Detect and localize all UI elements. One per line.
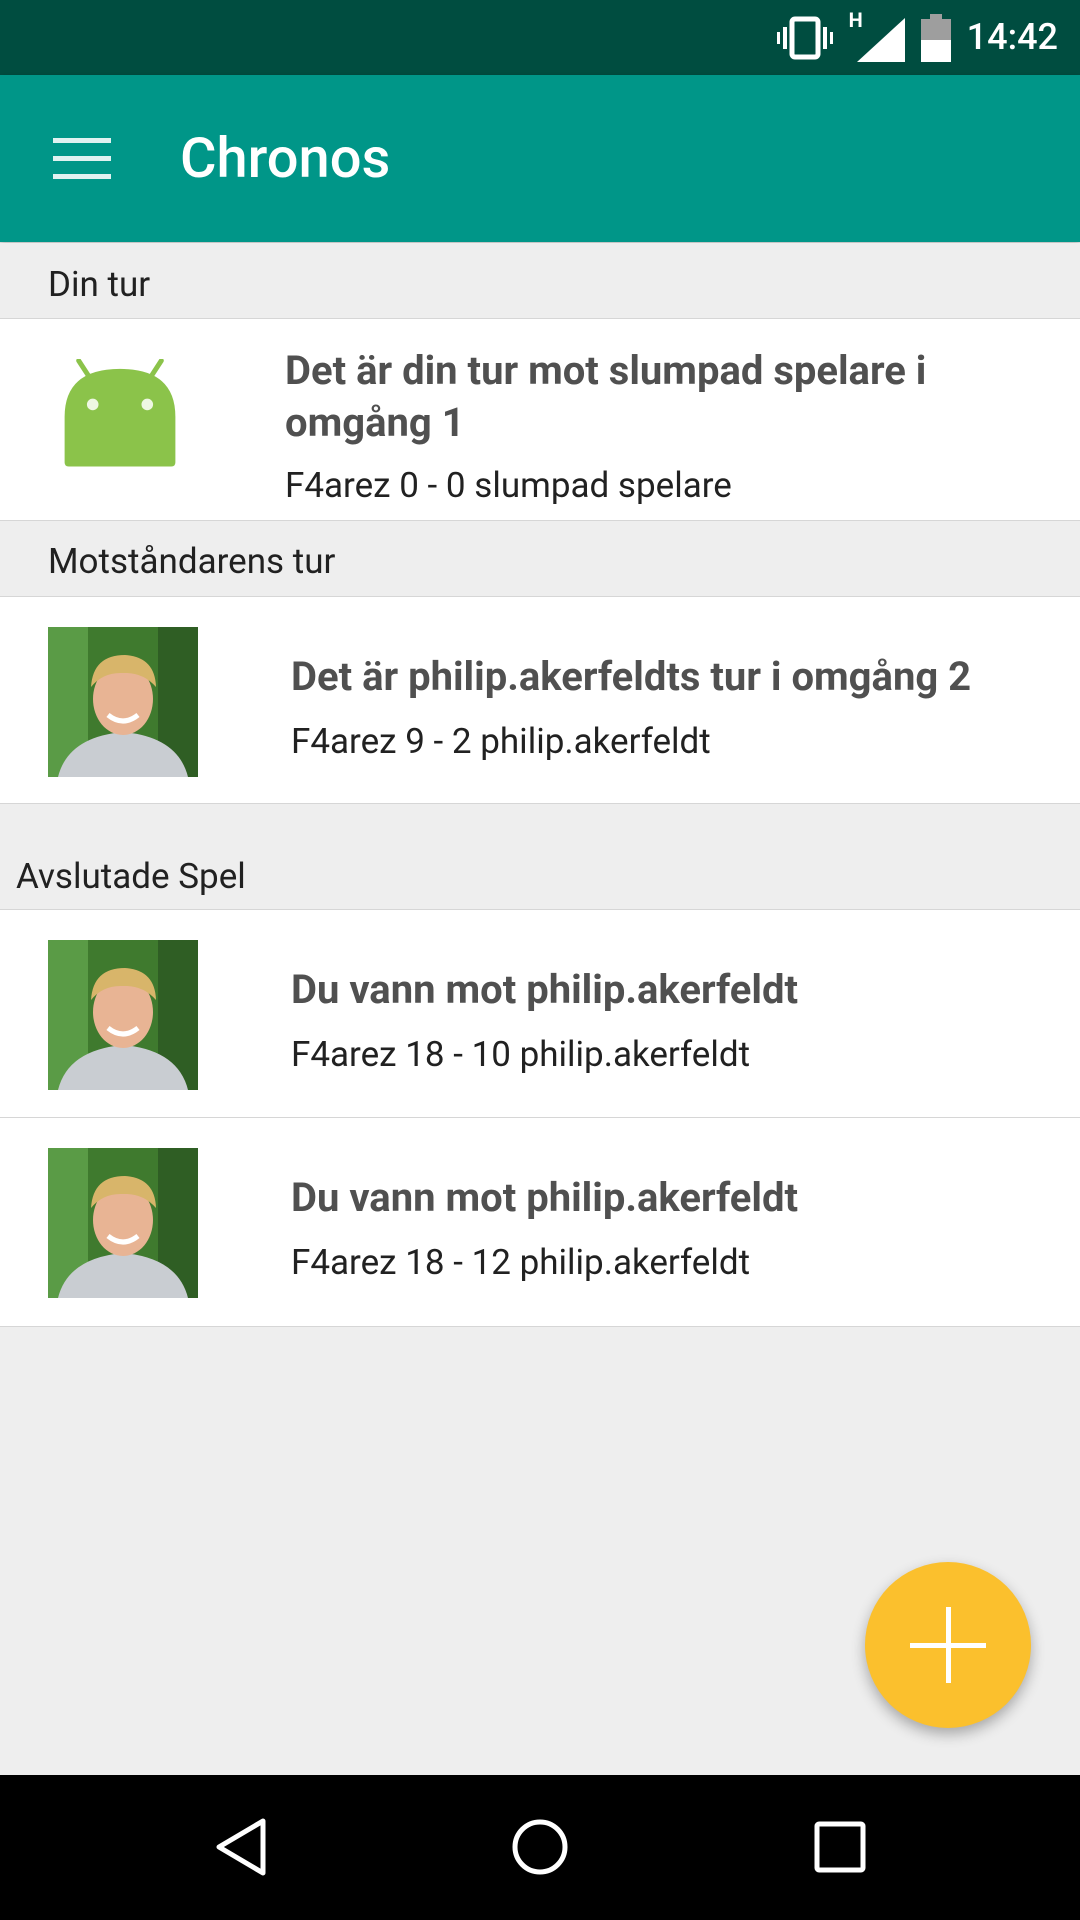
status-bar: H 14:42 — [0, 0, 1080, 75]
nav-recents-button[interactable] — [785, 1797, 895, 1897]
game-score: F4arez 9 - 2 philip.akerfeldt — [291, 721, 711, 762]
section-header-finished: Avslutade Spel — [0, 804, 1080, 909]
player-avatar-photo — [48, 627, 198, 777]
section-header-label: Avslutade Spel — [16, 856, 246, 897]
section-header-your-turn: Din tur — [0, 243, 1080, 318]
battery-icon — [920, 13, 951, 62]
game-row[interactable]: Du vann mot philip.akerfeldt F4arez 18 -… — [0, 1117, 1080, 1327]
recents-icon — [814, 1821, 866, 1873]
plus-icon — [910, 1607, 986, 1683]
game-row[interactable]: Det är philip.akerfeldts tur i omgång 2 … — [0, 596, 1080, 804]
signal-indicator: H — [849, 8, 905, 62]
game-row[interactable]: Du vann mot philip.akerfeldt F4arez 18 -… — [0, 909, 1080, 1118]
back-icon — [216, 1818, 266, 1876]
home-icon — [512, 1819, 568, 1875]
app-bar: Chronos — [0, 75, 1080, 242]
nav-home-button[interactable] — [485, 1797, 595, 1897]
vibrate-icon — [776, 16, 833, 59]
section-header-label: Din tur — [48, 264, 151, 305]
game-score: F4arez 18 - 10 philip.akerfeldt — [291, 1034, 751, 1075]
app-title: Chronos — [180, 125, 391, 191]
hamburger-menu-icon — [53, 138, 111, 179]
navigation-bar — [0, 1775, 1080, 1920]
nav-back-button[interactable] — [186, 1797, 296, 1897]
game-score: F4arez 0 - 0 slumpad spelare — [285, 465, 732, 506]
player-avatar-photo — [48, 940, 198, 1090]
section-header-opponent-turn: Motståndarens tur — [0, 521, 1080, 596]
menu-button[interactable] — [40, 119, 124, 199]
player-avatar-photo — [48, 1148, 198, 1298]
new-game-button[interactable] — [865, 1562, 1031, 1728]
game-title: Du vann mot philip.akerfeldt — [291, 1174, 799, 1221]
status-time: 14:42 — [966, 16, 1058, 58]
game-row[interactable]: Det är din tur mot slumpad spelare i omg… — [0, 318, 1080, 521]
signal-icon — [856, 17, 905, 62]
status-icons: H 14:42 — [776, 0, 1058, 75]
game-title: Det är din tur mot slumpad spelare i omg… — [285, 347, 927, 446]
game-score: F4arez 18 - 12 philip.akerfeldt — [291, 1242, 751, 1283]
game-title: Du vann mot philip.akerfeldt — [291, 966, 799, 1013]
section-header-label: Motståndarens tur — [48, 541, 336, 582]
game-title: Det är philip.akerfeldts tur i omgång 2 — [291, 653, 972, 700]
android-robot-icon — [64, 359, 176, 467]
